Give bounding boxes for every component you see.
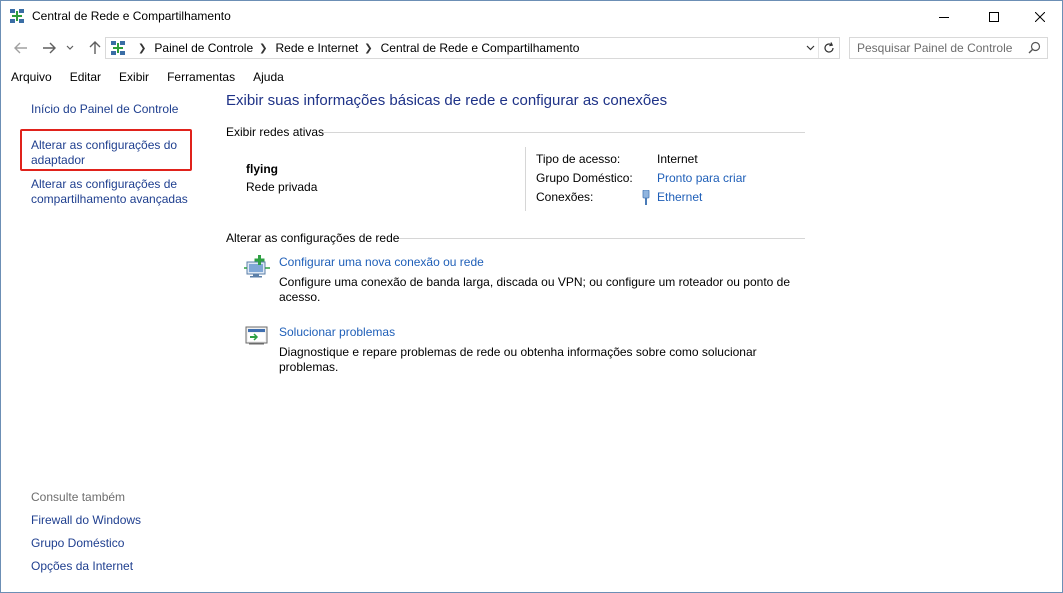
network-name: flying bbox=[246, 162, 278, 176]
internet-options-link[interactable]: Opções da Internet bbox=[31, 559, 133, 574]
search-icon[interactable] bbox=[1028, 41, 1042, 55]
network-type: Rede privada bbox=[246, 180, 318, 194]
breadcrumb-network-center[interactable]: Central de Rede e Compartilhamento bbox=[381, 41, 580, 55]
active-networks-header: Exibir redes ativas bbox=[226, 125, 325, 139]
up-button[interactable] bbox=[85, 38, 105, 58]
menu-bar: Arquivo Editar Exibir Ferramentas Ajuda bbox=[1, 67, 292, 87]
menu-arquivo[interactable]: Arquivo bbox=[1, 67, 60, 87]
maximize-button[interactable] bbox=[971, 1, 1017, 32]
navigation-bar: ❯ Painel de Controle ❯ Rede e Internet ❯… bbox=[1, 34, 1062, 62]
setup-new-connection-link[interactable]: Configurar uma nova conexão ou rede bbox=[279, 255, 484, 269]
forward-button[interactable] bbox=[39, 38, 59, 58]
change-adapter-settings-link[interactable]: Alterar as configurações do adaptador bbox=[31, 138, 186, 168]
chevron-down-icon bbox=[806, 45, 814, 51]
arrow-left-icon bbox=[14, 42, 27, 54]
window-title: Central de Rede e Compartilhamento bbox=[32, 9, 231, 23]
homegroup-ready-link[interactable]: Pronto para criar bbox=[657, 171, 746, 185]
connections-label: Conexões: bbox=[536, 190, 594, 204]
ethernet-connection-link[interactable]: Ethernet bbox=[657, 190, 702, 204]
chevron-right-icon[interactable]: ❯ bbox=[364, 43, 372, 54]
minimize-button[interactable] bbox=[921, 1, 967, 32]
section-divider bbox=[323, 132, 805, 133]
back-button[interactable] bbox=[11, 38, 31, 58]
maximize-icon bbox=[989, 11, 999, 22]
minimize-icon bbox=[939, 16, 949, 18]
left-pane: Início do Painel de Controle Alterar as … bbox=[1, 89, 211, 592]
breadcrumb-network-internet[interactable]: Rede e Internet bbox=[276, 41, 359, 55]
menu-editar[interactable]: Editar bbox=[60, 67, 109, 87]
troubleshoot-icon[interactable] bbox=[244, 324, 270, 348]
section-divider bbox=[399, 238, 805, 239]
search-input[interactable] bbox=[857, 40, 1022, 56]
troubleshoot-description: Diagnostique e repare problemas de rede … bbox=[279, 345, 757, 374]
chevron-down-icon bbox=[66, 45, 74, 50]
control-panel-icon bbox=[111, 41, 125, 55]
chevron-right-icon[interactable]: ❯ bbox=[138, 43, 146, 54]
menu-ferramentas[interactable]: Ferramentas bbox=[157, 67, 243, 87]
address-bar[interactable]: ❯ Painel de Controle ❯ Rede e Internet ❯… bbox=[105, 37, 840, 59]
refresh-icon bbox=[823, 42, 834, 53]
close-button[interactable] bbox=[1017, 1, 1062, 32]
refresh-button[interactable] bbox=[818, 38, 838, 58]
recent-locations-button[interactable] bbox=[64, 38, 76, 58]
access-type-label: Tipo de acesso: bbox=[536, 152, 621, 166]
window: Central de Rede e Compartilhamento ❯ Pai… bbox=[0, 0, 1063, 593]
new-connection-icon[interactable] bbox=[244, 254, 270, 278]
windows-firewall-link[interactable]: Firewall do Windows bbox=[31, 513, 141, 528]
search-box[interactable] bbox=[849, 37, 1048, 59]
address-history-button[interactable] bbox=[802, 38, 818, 58]
menu-ajuda[interactable]: Ajuda bbox=[243, 67, 292, 87]
breadcrumb: ❯ Painel de Controle ❯ Rede e Internet ❯… bbox=[132, 41, 579, 55]
troubleshoot-link[interactable]: Solucionar problemas bbox=[279, 325, 395, 339]
change-settings-header: Alterar as configurações de rede bbox=[226, 231, 400, 245]
arrow-up-icon bbox=[89, 41, 101, 54]
menu-exibir[interactable]: Exibir bbox=[109, 67, 157, 87]
network-center-icon bbox=[10, 9, 24, 23]
ethernet-icon[interactable] bbox=[641, 189, 651, 205]
vertical-divider bbox=[525, 147, 526, 211]
title-bar: Central de Rede e Compartilhamento bbox=[1, 1, 1062, 32]
advanced-sharing-settings-link[interactable]: Alterar as configurações de compartilham… bbox=[31, 177, 201, 207]
chevron-right-icon[interactable]: ❯ bbox=[259, 43, 267, 54]
close-icon bbox=[1035, 11, 1045, 22]
breadcrumb-control-panel[interactable]: Painel de Controle bbox=[154, 41, 253, 55]
page-title: Exibir suas informações básicas de rede … bbox=[226, 92, 668, 109]
see-also-title: Consulte também bbox=[31, 490, 126, 504]
homegroup-link[interactable]: Grupo Doméstico bbox=[31, 536, 124, 551]
homegroup-label: Grupo Doméstico: bbox=[536, 171, 633, 185]
arrow-right-icon bbox=[43, 42, 56, 54]
control-panel-home-link[interactable]: Início do Painel de Controle bbox=[31, 102, 178, 117]
access-type-value: Internet bbox=[657, 152, 698, 166]
setup-new-connection-description: Configure uma conexão de banda larga, di… bbox=[279, 275, 791, 304]
